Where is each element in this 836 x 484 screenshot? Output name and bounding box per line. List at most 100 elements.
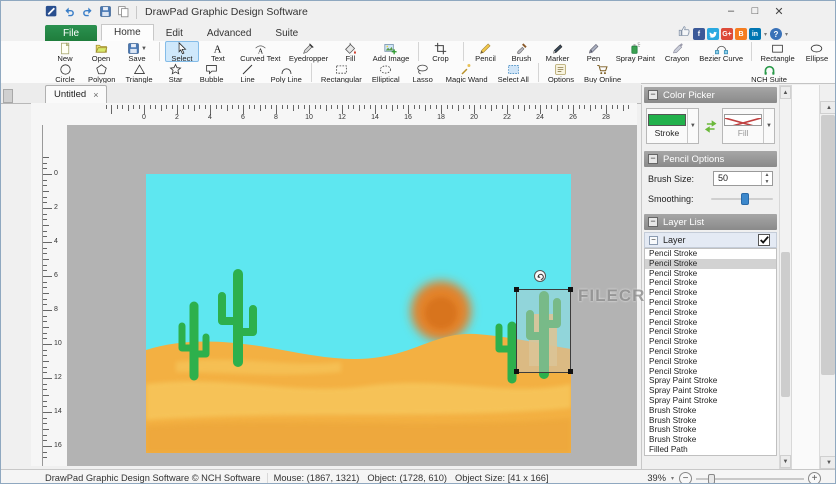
tool-open-button[interactable]: Open [84, 41, 118, 62]
menu-tab-suite[interactable]: Suite [263, 26, 310, 41]
menu-tab-home[interactable]: Home [101, 24, 154, 41]
scrollbar-thumb[interactable] [781, 252, 790, 397]
color-picker-header[interactable]: − Color Picker [644, 87, 777, 103]
layer-row[interactable]: Pencil Stroke [645, 298, 776, 308]
tool-pencil-button[interactable]: Pencil [468, 41, 502, 62]
social-dropdown-icon[interactable]: ▾ [764, 31, 767, 38]
linkedin-icon[interactable]: in [749, 28, 761, 40]
tool-line-button[interactable]: Line [231, 62, 265, 83]
tool-triangle-button[interactable]: Triangle [121, 62, 156, 83]
tool-options-button[interactable]: Options [544, 62, 578, 83]
layer-row[interactable]: Spray Paint Stroke [645, 376, 776, 386]
scroll-up-icon[interactable]: ▲ [820, 101, 836, 114]
selection-handle[interactable] [514, 287, 519, 292]
layer-row[interactable]: Brush Stroke [645, 435, 776, 445]
layer-row[interactable]: Brush Stroke [645, 406, 776, 416]
tool-elliptical-button[interactable]: Elliptical [368, 62, 404, 83]
layer-row[interactable]: Pencil Stroke [645, 357, 776, 367]
copy-icon[interactable] [117, 5, 132, 20]
tool-poly-line-button[interactable]: Poly Line [267, 62, 306, 83]
scroll-up-icon[interactable]: ▲ [780, 86, 791, 99]
tool-curved-text-button[interactable]: ACurved Text [237, 41, 284, 62]
collapse-icon[interactable]: − [648, 217, 658, 227]
save-icon[interactable] [99, 5, 114, 20]
tool-fill-button[interactable]: Fill [333, 41, 367, 62]
pencil-options-header[interactable]: − Pencil Options [644, 151, 777, 167]
brush-size-value[interactable]: 50 [714, 172, 761, 185]
layer-row[interactable]: Pencil Stroke [645, 288, 776, 298]
drawing-canvas[interactable] [146, 174, 571, 453]
tab-close-icon[interactable]: × [93, 90, 98, 100]
layer-row[interactable]: Pencil Stroke [645, 278, 776, 288]
tool-bubble-button[interactable]: Bubble [195, 62, 229, 83]
tool-buy-online-button[interactable]: Buy Online [580, 62, 625, 83]
tool-save-button[interactable]: ▼Save [120, 41, 154, 62]
layer-row[interactable]: Pencil Stroke [645, 249, 776, 259]
tool-crop-button[interactable]: Crop [424, 41, 458, 62]
layer-row[interactable]: Pencil Stroke [645, 367, 776, 377]
tool-new-button[interactable]: New [48, 41, 82, 62]
fill-dropdown-arrow[interactable]: ▼ [763, 109, 774, 143]
layer-row[interactable]: Pencil Stroke [645, 327, 776, 337]
undo-icon[interactable] [63, 5, 78, 20]
selection-handle[interactable] [514, 369, 519, 374]
zoom-level[interactable]: 39% [647, 473, 666, 483]
tool-polygon-button[interactable]: Polygon [84, 62, 119, 83]
collapse-icon[interactable]: − [649, 236, 658, 245]
fill-color-button[interactable]: Fill ▼ [722, 108, 775, 144]
tool-bezier-curve-button[interactable]: Bezier Curve [696, 41, 746, 62]
layer-row[interactable]: Pencil Stroke [645, 308, 776, 318]
tool-text-button[interactable]: AText [201, 41, 235, 62]
tool-select-all-button[interactable]: Select All [494, 62, 533, 83]
layer-visibility-checkbox[interactable] [758, 234, 770, 246]
tool-crayon-button[interactable]: Crayon [660, 41, 694, 62]
stepper-down-icon[interactable]: ▼ [762, 179, 772, 186]
stroke-dropdown-arrow[interactable]: ▼ [687, 109, 698, 143]
tool-magic-wand-button[interactable]: Magic Wand [442, 62, 492, 83]
tool-star-button[interactable]: Star [159, 62, 193, 83]
layer-row[interactable]: Pencil Stroke [645, 318, 776, 328]
tool-pen-button[interactable]: Pen [576, 41, 610, 62]
close-button[interactable]: ✕ [767, 1, 791, 21]
rotate-handle[interactable] [534, 270, 546, 282]
tool-circle-button[interactable]: Circle [48, 62, 82, 83]
collapse-icon[interactable]: − [648, 90, 658, 100]
layer-row[interactable]: Pencil Stroke [645, 347, 776, 357]
redo-icon[interactable] [81, 5, 96, 20]
menu-tab-edit[interactable]: Edit [154, 26, 195, 41]
zoom-slider[interactable] [696, 472, 804, 484]
brush-size-stepper[interactable]: 50 ▲▼ [713, 171, 773, 186]
layer-row[interactable]: Spray Paint Stroke [645, 386, 776, 396]
panel-scrollbar[interactable]: ▲ ▼ [779, 85, 792, 469]
fill-color-swatch[interactable] [724, 114, 762, 126]
facebook-icon[interactable]: f [693, 28, 705, 40]
scroll-down-icon[interactable]: ▼ [820, 456, 836, 469]
zoom-dropdown-icon[interactable]: ▾ [671, 475, 674, 482]
scrollbar-thumb[interactable] [821, 115, 835, 375]
tool-ellipse-button[interactable]: Ellipse [800, 41, 834, 62]
stroke-color-button[interactable]: Stroke ▼ [646, 108, 699, 144]
slider-thumb[interactable] [741, 193, 749, 205]
blogger-icon[interactable]: B [735, 28, 747, 40]
window-scrollbar[interactable]: ▲ ▼ [819, 85, 836, 469]
layer-row[interactable]: Brush Stroke [645, 416, 776, 426]
tool-select-button[interactable]: Select [165, 41, 199, 62]
document-tab-untitled[interactable]: Untitled × [45, 85, 107, 103]
tool-brush-button[interactable]: Brush [504, 41, 538, 62]
maximize-button[interactable]: □ [743, 1, 767, 21]
tool-add-image-button[interactable]: Add Image [369, 41, 412, 62]
menu-tab-advanced[interactable]: Advanced [195, 26, 263, 41]
layer-list-header[interactable]: − Layer List [644, 214, 777, 230]
zoom-in-button[interactable]: + [808, 472, 821, 484]
collapse-icon[interactable]: − [648, 154, 658, 164]
scroll-down-icon[interactable]: ▼ [780, 455, 791, 468]
help-dropdown-icon[interactable]: ▾ [785, 31, 788, 38]
file-menu-button[interactable]: File [45, 25, 97, 41]
tool-lasso-button[interactable]: Lasso [406, 62, 440, 83]
stroke-color-swatch[interactable] [648, 114, 686, 126]
zoom-slider-thumb[interactable] [708, 474, 715, 484]
tool-nch-suite-button[interactable]: NCH Suite [747, 62, 791, 83]
swap-colors-icon[interactable] [703, 118, 718, 135]
help-icon[interactable]: ? [770, 28, 782, 40]
minimize-button[interactable]: – [719, 1, 743, 21]
